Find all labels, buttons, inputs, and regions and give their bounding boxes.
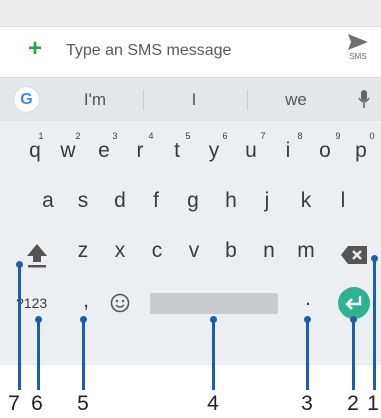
callout-line-6 — [37, 319, 40, 390]
callout-number-4: 4 — [207, 392, 219, 415]
callout-line-4 — [212, 319, 215, 390]
key-o[interactable]: o — [310, 139, 340, 163]
callout-number-2: 2 — [347, 392, 359, 415]
callout-line-2 — [352, 319, 355, 390]
suggestion-strip: G I'm I we — [0, 77, 381, 121]
callout-line-5 — [82, 319, 85, 390]
key-n[interactable]: n — [254, 239, 284, 263]
key-l[interactable]: l — [328, 189, 358, 213]
callout-line-7 — [18, 264, 21, 390]
period-key[interactable]: . — [293, 287, 323, 311]
key-x[interactable]: x — [105, 239, 135, 263]
emoji-icon[interactable] — [110, 293, 130, 313]
suggestion-divider — [143, 90, 144, 110]
key-y[interactable]: y — [199, 139, 229, 163]
shift-icon[interactable] — [25, 242, 49, 268]
send-label: SMS — [349, 52, 367, 61]
google-g-icon[interactable]: G — [14, 87, 39, 112]
key-q[interactable]: q — [20, 139, 50, 163]
key-j[interactable]: j — [252, 189, 282, 213]
callout-number-5: 5 — [77, 392, 89, 415]
space-bar[interactable] — [150, 293, 278, 314]
key-k[interactable]: k — [291, 189, 321, 213]
key-t[interactable]: t — [162, 139, 192, 163]
comma-key[interactable]: , — [71, 289, 101, 313]
send-icon — [348, 34, 368, 50]
send-button[interactable]: SMS — [343, 33, 373, 61]
backspace-icon[interactable] — [340, 245, 368, 265]
callout-number-1: 1 — [367, 392, 379, 415]
key-p[interactable]: p — [346, 139, 376, 163]
callout-number-7: 7 — [8, 392, 20, 415]
suggestion-3[interactable]: we — [281, 90, 311, 110]
key-v[interactable]: v — [179, 239, 209, 263]
key-e[interactable]: e — [89, 139, 119, 163]
suggestion-divider — [247, 90, 248, 110]
suggestion-1[interactable]: I'm — [80, 90, 110, 110]
key-s[interactable]: s — [68, 189, 98, 213]
key-a[interactable]: a — [33, 189, 63, 213]
key-m[interactable]: m — [291, 239, 321, 263]
key-b[interactable]: b — [216, 239, 246, 263]
message-input[interactable]: Type an SMS message — [66, 42, 231, 60]
mic-icon[interactable] — [358, 90, 370, 110]
suggestion-2[interactable]: I — [186, 90, 202, 110]
key-f[interactable]: f — [141, 189, 171, 213]
callout-line-3 — [306, 319, 309, 390]
callout-number-3: 3 — [301, 392, 313, 415]
key-i[interactable]: i — [273, 139, 303, 163]
enter-icon — [345, 296, 362, 310]
keyboard: G I'm I we 1 q 2 w 3 e 4 r 5 t 6 y 7 u 8… — [0, 77, 381, 365]
key-z[interactable]: z — [68, 239, 98, 263]
top-bar — [0, 0, 381, 27]
key-u[interactable]: u — [236, 139, 266, 163]
plus-icon[interactable]: + — [28, 37, 42, 61]
key-g[interactable]: g — [178, 189, 208, 213]
key-h[interactable]: h — [216, 189, 246, 213]
callout-line-1 — [373, 258, 376, 390]
key-w[interactable]: w — [53, 139, 83, 163]
key-d[interactable]: d — [105, 189, 135, 213]
key-c[interactable]: c — [142, 239, 172, 263]
message-compose-bar: + Type an SMS message SMS — [0, 27, 381, 77]
key-r[interactable]: r — [125, 139, 155, 163]
enter-key[interactable] — [338, 287, 370, 319]
callout-number-6: 6 — [31, 392, 43, 415]
